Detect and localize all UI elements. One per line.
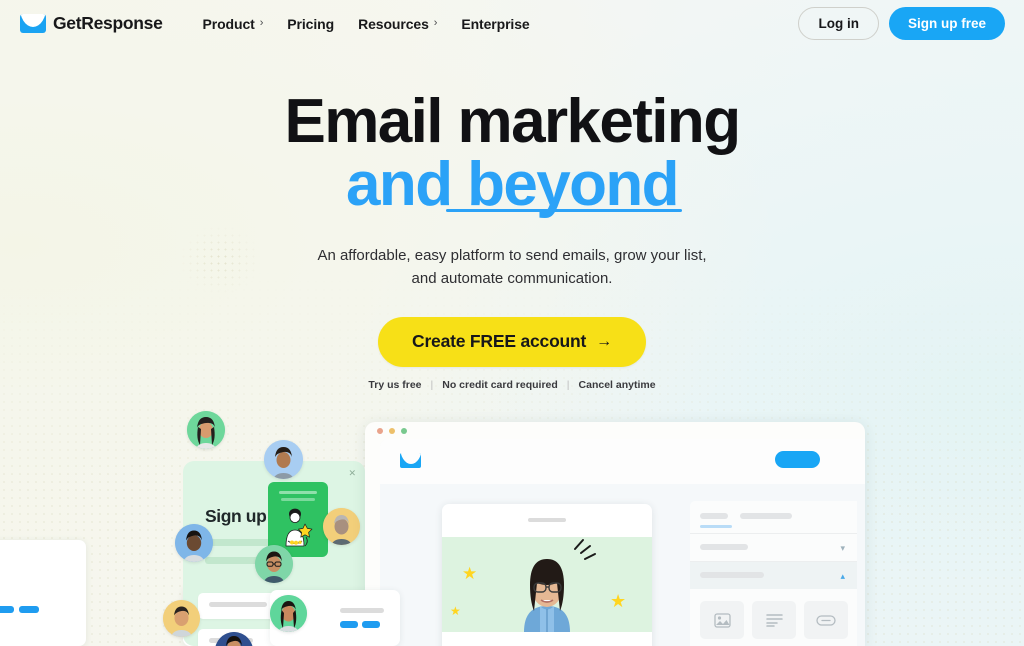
arrow-right-icon: → — [596, 332, 612, 350]
chevron-down-icon: ▾ — [840, 543, 845, 553]
brand-name: GetResponse — [53, 13, 163, 33]
avatar — [163, 600, 200, 637]
traffic-light-maximize[interactable] — [401, 427, 407, 434]
nav-item-resources[interactable]: Resources › — [346, 10, 449, 38]
nav-item-resources-label: Resources — [358, 15, 429, 32]
chevron-right-icon: › — [433, 17, 438, 29]
cta-label: Create FREE account — [412, 331, 587, 351]
nav-item-product-label: Product — [202, 15, 255, 32]
hero-section: Email marketing and beyond An affordable… — [0, 0, 1024, 391]
nav-links: Product › Pricing Resources › Enterprise — [191, 10, 542, 38]
cta-microcopy: Try us free | No credit card required | … — [368, 379, 655, 391]
headline-line-1: Email marketing — [284, 87, 742, 156]
primary-action-button[interactable] — [775, 451, 820, 468]
envelope-icon — [400, 453, 421, 468]
avatar — [323, 508, 360, 545]
hero-cta-group: Create FREE account → Try us free | No c… — [0, 317, 1024, 391]
avatar — [187, 411, 225, 449]
portrait-illustration — [524, 539, 596, 632]
email-preview-card: ★ ★ ★ — [442, 504, 652, 646]
signup-free-button[interactable]: Sign up free — [888, 6, 1005, 41]
skeleton-line — [528, 518, 566, 522]
expanded-section-row[interactable]: ▴ — [690, 562, 857, 589]
microcopy-try-free: Try us free — [368, 378, 422, 391]
headline-line-2: and beyond — [346, 153, 682, 216]
microcopy-cancel-anytime: Cancel anytime — [578, 378, 656, 391]
page-root: GetResponse Product › Pricing Resources … — [0, 0, 1024, 646]
brand-logo[interactable]: GetResponse — [20, 13, 163, 34]
avatar — [270, 595, 307, 632]
avatar — [175, 524, 213, 562]
app-viewport: ★ ★ ★ ▾ ▴ — [380, 439, 865, 646]
main-navigation: GetResponse Product › Pricing Resources … — [0, 0, 1024, 47]
headline-underline — [446, 209, 682, 212]
button-tool-icon[interactable] — [804, 601, 848, 639]
page-title: Email marketing and beyond — [0, 90, 1024, 216]
person-with-coins-illustration — [285, 508, 313, 547]
envelope-icon — [20, 14, 46, 33]
nav-item-product[interactable]: Product › — [191, 10, 276, 38]
app-toolbar — [380, 439, 865, 484]
partial-card-left — [0, 540, 86, 646]
hero-illustration: ✕ Sign up! ★ ★ ★ ▾ ▴ — [0, 400, 1024, 646]
skeleton-tab[interactable] — [740, 513, 792, 519]
create-free-account-button[interactable]: Create FREE account → — [378, 317, 646, 367]
skeleton-tab[interactable] — [700, 513, 728, 519]
signup-card-title: Sign up! — [205, 506, 272, 526]
browser-chrome — [365, 422, 865, 439]
active-tab-indicator — [700, 525, 732, 528]
collapsed-section-row[interactable]: ▾ — [690, 534, 857, 561]
editor-sidebar-panel: ▾ ▴ — [690, 501, 857, 646]
nav-item-pricing-label: Pricing — [287, 15, 335, 32]
nav-actions: Log in Sign up free — [798, 6, 1005, 41]
traffic-light-close[interactable] — [377, 427, 383, 434]
avatar — [255, 545, 293, 583]
avatar — [215, 632, 253, 646]
browser-mockup: ★ ★ ★ ▾ ▴ — [365, 422, 865, 646]
chevron-up-icon: ▴ — [840, 571, 845, 581]
microcopy-separator: | — [430, 378, 434, 391]
text-tool-icon[interactable] — [752, 601, 796, 639]
chevron-right-icon: › — [259, 17, 264, 29]
close-icon[interactable]: ✕ — [348, 468, 356, 479]
nav-item-enterprise-label: Enterprise — [461, 15, 530, 32]
hero-subheadline: An affordable, easy platform to send ema… — [317, 247, 707, 287]
nav-item-enterprise[interactable]: Enterprise — [449, 10, 541, 38]
microcopy-no-credit-card: No credit card required — [442, 378, 558, 391]
email-hero-image: ★ ★ ★ — [442, 537, 652, 632]
avatar — [264, 440, 303, 479]
nav-item-pricing[interactable]: Pricing — [275, 10, 346, 38]
login-button[interactable]: Log in — [798, 6, 879, 41]
microcopy-separator: | — [566, 378, 570, 391]
traffic-light-minimize[interactable] — [389, 427, 395, 434]
image-tool-icon[interactable] — [700, 601, 744, 639]
